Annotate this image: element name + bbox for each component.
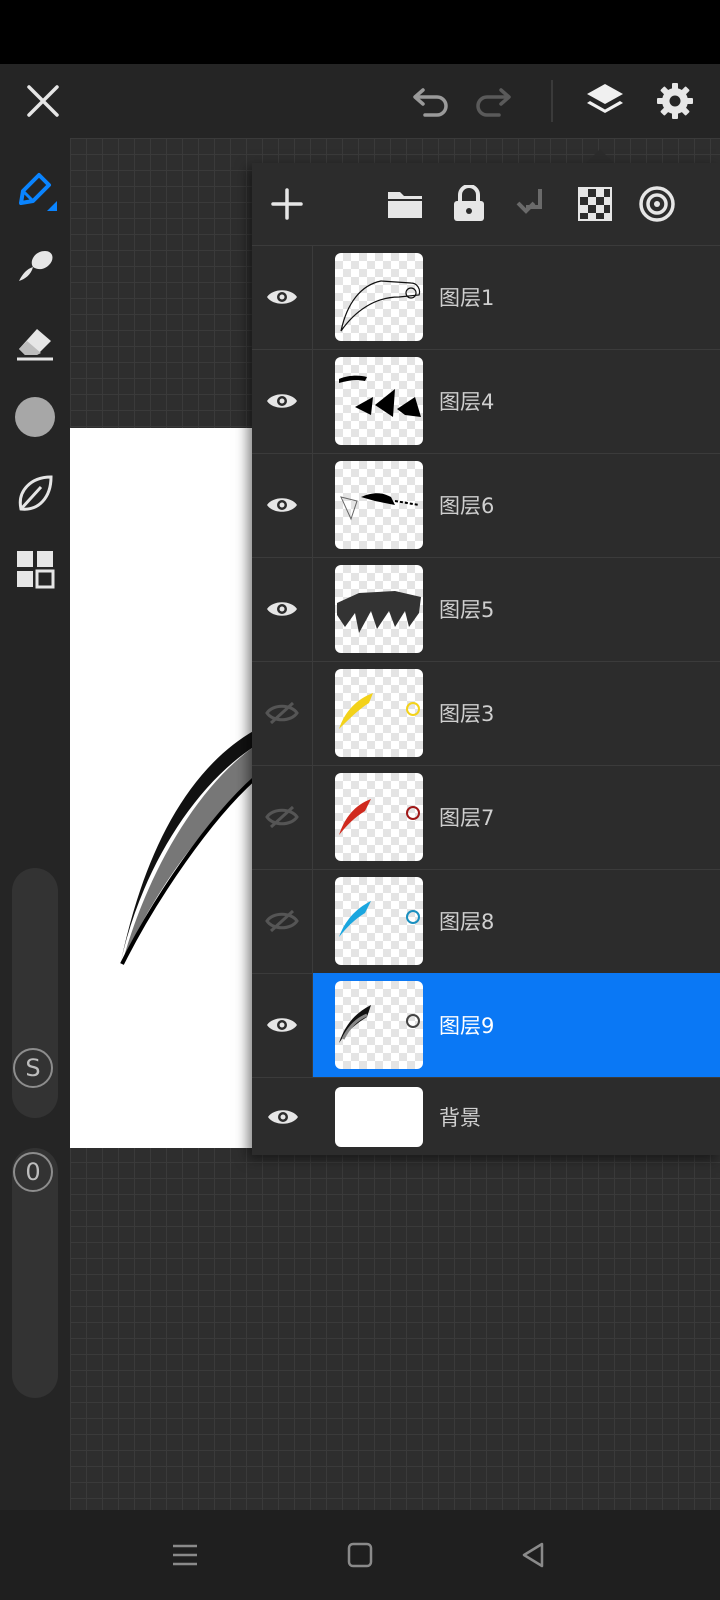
layer-thumbnail [335,565,423,653]
layers-panel-pointer [586,149,614,163]
layer-row[interactable]: 图层7 [252,765,720,870]
color-swatch[interactable] [10,392,60,442]
eye-icon[interactable] [252,557,313,661]
layer-row-background[interactable]: 背景 [252,1077,720,1157]
artwork-preview [120,730,257,966]
top-bar [0,64,720,138]
layer-thumbnail [335,461,423,549]
eye-icon[interactable] [252,245,313,349]
close-icon[interactable] [18,76,68,126]
leaf-icon[interactable] [10,468,60,518]
lock-icon[interactable] [444,179,494,229]
folder-icon[interactable] [380,179,430,229]
eye-icon[interactable] [252,973,313,1077]
layer-thumbnail [335,877,423,965]
add-icon[interactable] [262,179,312,229]
toolbar-divider [551,80,553,122]
spiral-icon[interactable] [632,179,682,229]
layer-thumbnail [335,773,423,861]
layer-row[interactable]: 图层8 [252,869,720,974]
layer-thumbnail [335,357,423,445]
status-bar [0,0,720,64]
transparency-icon[interactable] [570,179,620,229]
size-badge: S [13,1048,53,1088]
undo-icon[interactable] [406,76,456,126]
pencil-icon[interactable] [10,164,60,214]
eye-hidden-icon[interactable] [252,765,313,869]
layer-name: 图层3 [439,702,495,726]
layer-name: 图层6 [439,494,495,518]
grid-icon[interactable] [10,544,60,594]
layer-name: 图层9 [439,1014,495,1038]
menu-icon[interactable] [160,1530,210,1580]
layer-row[interactable]: 图层4 [252,349,720,454]
eye-icon[interactable] [252,453,313,557]
layer-row[interactable]: 图层3 [252,661,720,766]
eraser-icon[interactable] [10,316,60,366]
opacity-badge: 0 [13,1152,53,1192]
left-toolbar: S 0 [0,138,70,1510]
drawing-canvas[interactable] [70,428,257,1148]
layer-thumbnail [335,1087,423,1147]
layer-thumbnail [335,253,423,341]
smudge-icon[interactable] [10,240,60,290]
home-icon[interactable] [335,1530,385,1580]
layer-row-selected[interactable]: 图层9 [252,973,720,1078]
layer-name: 图层4 [439,390,495,414]
layers-icon[interactable] [578,74,632,128]
layer-name: 图层1 [439,286,495,310]
layer-name: 图层8 [439,910,495,934]
layer-row[interactable]: 图层1 [252,245,720,350]
layer-name: 图层5 [439,598,495,622]
eye-hidden-icon[interactable] [252,869,313,973]
gear-icon[interactable] [648,74,702,128]
back-icon[interactable] [508,1530,558,1580]
eye-icon[interactable] [252,349,313,453]
layers-panel: 图层1 图层4 图层6 图层5 图层3 图层7 图层8 图层9 背景 [252,163,720,1155]
layer-row[interactable]: 图层6 [252,453,720,558]
merge-down-icon[interactable] [508,179,558,229]
layer-name: 背景 [439,1106,481,1130]
layer-thumbnail [335,981,423,1069]
layer-thumbnail [335,669,423,757]
layer-name: 图层7 [439,806,495,830]
eye-hidden-icon[interactable] [252,661,313,765]
nav-bar [0,1510,720,1600]
layer-row[interactable]: 图层5 [252,557,720,662]
layers-toolbar [252,163,720,246]
redo-icon[interactable] [468,76,518,126]
eye-icon[interactable] [252,1077,313,1157]
